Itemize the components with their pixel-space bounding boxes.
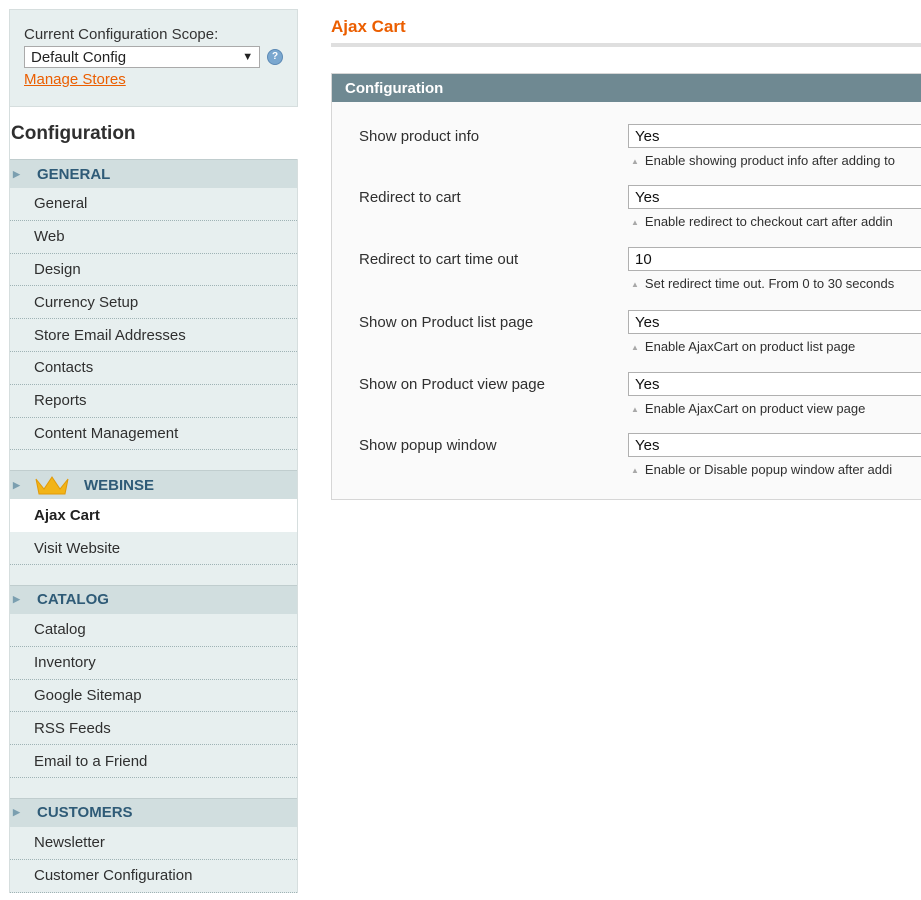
field-label: Redirect to cart time out	[359, 251, 519, 268]
show-popup-select[interactable]: Yes	[628, 433, 921, 457]
sidebar-title: Configuration	[9, 107, 298, 159]
sidebar-item-currency-setup[interactable]: Currency Setup	[10, 286, 297, 320]
field-label: Show product info	[359, 128, 480, 145]
sidebar-item-design[interactable]: Design	[10, 254, 297, 287]
note-triangle-icon: ▲	[631, 280, 639, 289]
redirect-to-cart-select[interactable]: Yes	[628, 185, 921, 209]
note-text: Enable showing product info after adding…	[644, 153, 895, 168]
field-note: ▲ Enable or Disable popup window after ad…	[631, 462, 892, 477]
section-header-catalog[interactable]: ▶ CATALOG	[10, 584, 297, 614]
title-divider	[331, 43, 921, 47]
field-label: Show on Product list page	[359, 314, 534, 331]
field-note: ▲ Enable redirect to checkout cart after …	[631, 214, 893, 229]
section-header-customers[interactable]: ▶ CUSTOMERS	[10, 797, 297, 827]
sidebar-item-customer-configuration[interactable]: Customer Configuration	[10, 860, 297, 893]
section-catalog: ▶ CATALOG Catalog Inventory Google Sitem…	[9, 584, 298, 798]
configuration-fieldset: Configuration Show product info Yes ▲ Ena…	[331, 73, 921, 500]
sidebar-item-store-email-addresses[interactable]: Store Email Addresses	[10, 319, 297, 352]
show-on-list-page-select[interactable]: Yes	[628, 310, 921, 334]
note-text: Enable AjaxCart on product list page	[644, 339, 856, 354]
sidebar-item-reports[interactable]: Reports	[10, 385, 297, 418]
sidebar-item-catalog[interactable]: Catalog	[10, 614, 297, 647]
section-webinse: ▶ WEBINSE Ajax Cart Visit Website	[9, 470, 298, 585]
section-label: CATALOG	[37, 591, 109, 609]
section-label: WEBINSE	[84, 476, 155, 494]
fieldset-header[interactable]: Configuration	[332, 74, 921, 102]
sidebar-item-general[interactable]: General	[10, 188, 297, 221]
expand-triangle-icon: ▶	[13, 168, 20, 179]
sidebar-item-web[interactable]: Web	[10, 221, 297, 254]
section-general: ▶ GENERAL General Web Design Currency Se…	[9, 159, 298, 471]
note-text: Enable redirect to checkout cart after a…	[644, 214, 893, 229]
help-icon[interactable]: ?	[267, 49, 283, 65]
section-header-webinse[interactable]: ▶ WEBINSE	[10, 470, 297, 500]
field-label: Show popup window	[359, 437, 497, 454]
scope-selected-value: Default Config	[31, 48, 127, 66]
sidebar-item-visit-website[interactable]: Visit Website	[10, 532, 297, 565]
sidebar-item-contacts[interactable]: Contacts	[10, 352, 297, 385]
note-triangle-icon: ▲	[631, 343, 639, 352]
scope-label: Current Configuration Scope:	[24, 26, 219, 43]
field-note: ▲ Set redirect time out. From 0 to 30 sec…	[631, 276, 894, 291]
note-triangle-icon: ▲	[631, 157, 639, 166]
note-text: Set redirect time out. From 0 to 30 seco…	[644, 276, 895, 291]
page-title: Ajax Cart	[331, 17, 406, 36]
section-customers: ▶ CUSTOMERS Newsletter Customer Configur…	[9, 797, 298, 893]
expand-triangle-icon: ▶	[13, 479, 20, 490]
note-triangle-icon: ▲	[631, 405, 639, 414]
field-note: ▲ Enable AjaxCart on product list page	[631, 339, 855, 354]
expand-triangle-icon: ▶	[13, 594, 20, 605]
sidebar-item-inventory[interactable]: Inventory	[10, 647, 297, 680]
sidebar-item-email-to-a-friend[interactable]: Email to a Friend	[10, 745, 297, 778]
expand-triangle-icon: ▶	[13, 807, 20, 818]
show-product-info-select[interactable]: Yes	[628, 124, 921, 148]
section-header-general[interactable]: ▶ GENERAL	[10, 159, 297, 188]
sidebar-item-newsletter[interactable]: Newsletter	[10, 827, 297, 860]
note-text: Enable or Disable popup window after add…	[644, 462, 893, 477]
scope-switcher: Current Configuration Scope: Default Con…	[9, 9, 298, 107]
redirect-timeout-input[interactable]: 10	[628, 247, 921, 271]
dropdown-arrow-icon: ▼	[242, 51, 254, 63]
section-label: CUSTOMERS	[37, 804, 133, 822]
sidebar-item-content-management[interactable]: Content Management	[10, 418, 297, 451]
field-label: Redirect to cart	[359, 189, 461, 206]
scope-select[interactable]: Default Config ▼	[24, 46, 261, 68]
note-triangle-icon: ▲	[631, 466, 639, 475]
field-note: ▲ Enable showing product info after addin…	[631, 153, 895, 168]
note-triangle-icon: ▲	[631, 218, 639, 227]
show-on-view-page-select[interactable]: Yes	[628, 372, 921, 396]
sidebar-item-ajax-cart[interactable]: Ajax Cart	[10, 499, 297, 533]
crown-icon	[35, 476, 69, 495]
field-label: Show on Product view page	[359, 376, 545, 393]
field-note: ▲ Enable AjaxCart on product view page	[631, 401, 865, 416]
sidebar: Current Configuration Scope: Default Con…	[9, 9, 298, 893]
manage-stores-link[interactable]: Manage Stores	[24, 71, 126, 88]
section-label: GENERAL	[37, 165, 111, 183]
sidebar-item-google-sitemap[interactable]: Google Sitemap	[10, 680, 297, 713]
note-text: Enable AjaxCart on product view page	[644, 401, 866, 416]
sidebar-item-rss-feeds[interactable]: RSS Feeds	[10, 712, 297, 746]
